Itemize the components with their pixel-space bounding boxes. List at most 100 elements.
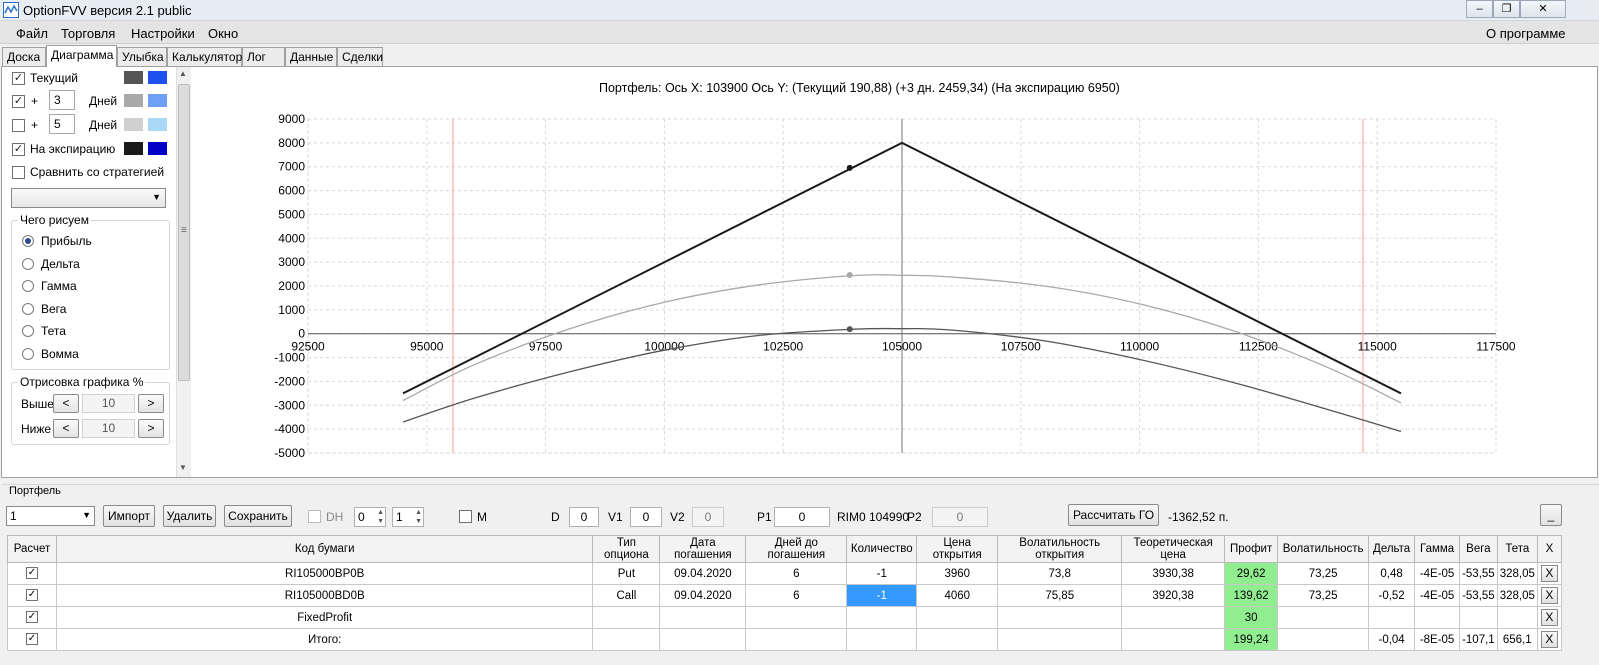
y-tick-label: 6000 — [278, 184, 305, 198]
remove-row-button[interactable]: X — [1540, 565, 1558, 582]
column-header[interactable]: Цена открытия — [916, 535, 999, 563]
menu-window[interactable]: Окно — [208, 26, 238, 41]
table-cell: 6 — [745, 562, 848, 585]
column-header[interactable]: Дельта — [1368, 535, 1416, 563]
rim-label: RIM0 104990 — [837, 510, 910, 524]
table-cell[interactable]: -1 — [846, 562, 918, 585]
remove-row-cell[interactable]: X — [1536, 628, 1562, 651]
column-header[interactable]: Волатильность — [1277, 535, 1370, 563]
tab-diagram[interactable]: Диаграмма — [46, 45, 117, 67]
save-button[interactable]: Сохранить — [224, 505, 292, 527]
p2-label: P2 — [907, 510, 922, 524]
table-row[interactable]: ✓ RI105000BD0B Call 09.04.2020 6 -1 4060 75,85 3… — [7, 584, 1562, 607]
table-cell — [997, 606, 1123, 629]
minimize-portfolio-button[interactable]: _ — [1540, 504, 1562, 526]
menu-about[interactable]: О программе — [1486, 26, 1566, 41]
import-button[interactable]: Импорт — [103, 505, 155, 527]
tab-smile[interactable]: Улыбка — [117, 47, 167, 66]
remove-row-cell[interactable]: X — [1536, 562, 1562, 585]
table-cell[interactable] — [846, 606, 918, 629]
table-cell[interactable] — [846, 628, 918, 651]
v1-field[interactable]: 0 — [630, 507, 662, 527]
table-cell — [745, 628, 848, 651]
tab-data[interactable]: Данные — [285, 47, 337, 66]
calc-checkbox-cell[interactable]: ✓ — [7, 606, 57, 629]
column-header[interactable]: Профит — [1224, 535, 1279, 563]
m-checkbox[interactable] — [459, 510, 472, 523]
calc-checkbox[interactable]: ✓ — [25, 633, 38, 646]
remove-row-button[interactable]: X — [1540, 609, 1558, 626]
table-cell — [659, 606, 747, 629]
calc-checkbox[interactable]: ✓ — [25, 611, 38, 624]
column-header[interactable]: Волатильность открытия — [997, 535, 1123, 563]
table-cell: 73,25 — [1277, 562, 1370, 585]
dh-checkbox[interactable] — [308, 510, 321, 523]
column-header[interactable]: Тета — [1496, 535, 1538, 563]
table-cell: 73,8 — [997, 562, 1123, 585]
dh-stepper-2[interactable]: 1 ▲ ▼ — [392, 507, 424, 527]
tab-log[interactable]: Лог — [242, 47, 285, 66]
calc-checkbox-cell[interactable]: ✓ — [7, 584, 57, 607]
minimize-window-icon[interactable]: – — [1466, 0, 1493, 18]
table-cell — [1368, 606, 1416, 629]
calculate-go-button[interactable]: Рассчитать ГО — [1068, 504, 1159, 526]
column-header[interactable]: Тип опциона — [592, 535, 661, 563]
column-header[interactable]: X — [1536, 535, 1562, 563]
table-cell[interactable]: -1 — [846, 584, 918, 607]
calc-checkbox[interactable]: ✓ — [25, 589, 38, 602]
calc-checkbox-cell[interactable]: ✓ — [7, 628, 57, 651]
spin-arrows-icon[interactable]: ▲ ▼ — [415, 508, 422, 526]
remove-row-cell[interactable]: X — [1536, 584, 1562, 607]
table-cell: -8E-05 — [1414, 628, 1461, 651]
table-cell — [1277, 628, 1370, 651]
spin-arrows-icon[interactable]: ▲ ▼ — [377, 508, 384, 526]
remove-row-button[interactable]: X — [1540, 587, 1558, 604]
close-window-icon[interactable]: ✕ — [1520, 0, 1566, 18]
table-cell: 3960 — [916, 562, 999, 585]
calc-checkbox[interactable]: ✓ — [25, 567, 38, 580]
tab-board[interactable]: Доска — [2, 47, 46, 66]
y-tick-label: -5000 — [274, 446, 305, 460]
d-field[interactable]: 0 — [569, 507, 599, 527]
table-row[interactable]: ✓ FixedProfit 30 X — [7, 606, 1562, 629]
calc-checkbox-cell[interactable]: ✓ — [7, 562, 57, 585]
menu-settings[interactable]: Настройки — [131, 26, 195, 41]
remove-row-button[interactable]: X — [1540, 631, 1558, 648]
table-cell: RI105000BP0B — [55, 562, 594, 585]
table-cell — [1414, 606, 1461, 629]
y-tick-label: 9000 — [278, 112, 305, 126]
column-header[interactable]: Гамма — [1414, 535, 1461, 563]
column-header[interactable]: Теоретическая цена — [1121, 535, 1226, 563]
x-tick-label: 112500 — [1239, 340, 1278, 354]
dh-stepper-1[interactable]: 0 ▲ ▼ — [354, 507, 386, 527]
table-row[interactable]: ✓ Итого: 199,24 -0,04 -8E-05 -107,1 656,1 X — [7, 628, 1562, 651]
go-value: -1362,52 п. — [1168, 510, 1229, 524]
column-header[interactable]: Расчет — [7, 535, 57, 563]
column-header[interactable]: Дней до погашения — [745, 535, 848, 563]
column-header[interactable]: Вега — [1459, 535, 1498, 563]
portfolio-select[interactable]: 1 ▼ — [6, 506, 95, 526]
table-cell: Итого: — [55, 628, 594, 651]
p1-field[interactable]: 0 — [774, 507, 830, 527]
table-cell: -53,55 — [1459, 584, 1498, 607]
restore-window-icon[interactable]: ❐ — [1493, 0, 1520, 18]
table-row[interactable]: ✓ RI105000BP0B Put 09.04.2020 6 -1 3960 73,8 393… — [7, 562, 1562, 585]
app-icon — [3, 2, 19, 18]
column-header[interactable]: Дата погашения — [659, 535, 747, 563]
column-header[interactable]: Количество — [846, 535, 918, 563]
menu-file[interactable]: Файл — [16, 26, 48, 41]
menu-bar: Файл Торговля Настройки Окно О программе — [0, 21, 1599, 44]
profit-chart[interactable]: 9000800070006000500040003000200010000-10… — [2, 67, 1597, 477]
y-tick-label: -3000 — [274, 398, 305, 412]
remove-row-cell[interactable]: X — [1536, 606, 1562, 629]
column-header[interactable]: Код бумаги — [55, 535, 594, 563]
y-tick-label: -4000 — [274, 422, 305, 436]
p2-field[interactable]: 0 — [932, 507, 988, 527]
x-tick-label: 110000 — [1120, 340, 1159, 354]
delete-button[interactable]: Удалить — [163, 505, 216, 527]
menu-trading[interactable]: Торговля — [61, 26, 115, 41]
tab-calculator[interactable]: Калькулятор — [167, 47, 242, 66]
tab-deals[interactable]: Сделки — [337, 47, 383, 66]
v2-field[interactable]: 0 — [692, 507, 724, 527]
y-tick-label: 0 — [298, 327, 305, 341]
